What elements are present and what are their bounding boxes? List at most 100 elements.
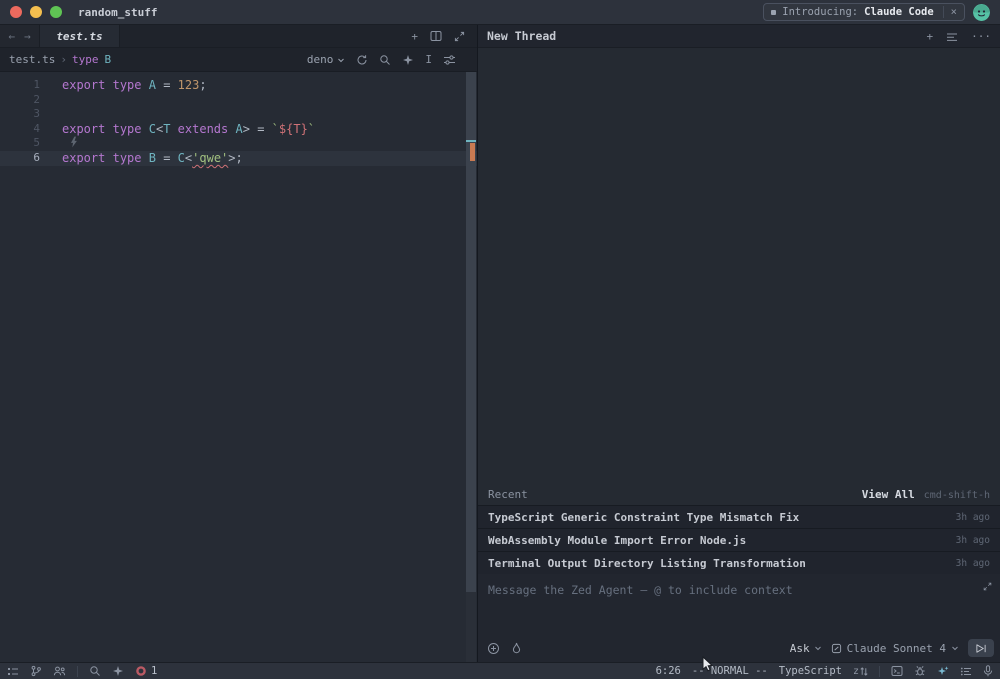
debug-panel-icon[interactable]	[914, 665, 926, 677]
line-number[interactable]: 1	[0, 78, 40, 93]
line-number[interactable]: 3	[0, 107, 40, 122]
diagnostics-indicator[interactable]: 1	[135, 665, 157, 677]
code-action-bolt-icon	[69, 136, 78, 150]
recent-label: Recent	[488, 488, 528, 501]
new-file-icon[interactable]: +	[411, 30, 418, 43]
maximize-pane-icon[interactable]	[454, 31, 465, 42]
send-button[interactable]	[968, 639, 994, 657]
outline-panel-icon[interactable]	[960, 666, 972, 677]
breadcrumb-symbol-keyword[interactable]: type	[72, 53, 99, 66]
editor-buffer[interactable]: 1export type A = 123; 2 3 4export type C…	[0, 72, 477, 662]
tasks-icon[interactable]	[112, 665, 124, 677]
back-icon[interactable]: ←	[8, 30, 15, 43]
sparkle-icon	[771, 10, 776, 15]
breadcrumb-symbol-name[interactable]: B	[104, 53, 111, 66]
git-branch-icon[interactable]	[30, 665, 42, 677]
chevron-down-icon	[337, 56, 345, 64]
error-icon	[135, 665, 147, 677]
close-window-button[interactable]	[10, 6, 22, 18]
banner-prefix: Introducing:	[782, 6, 858, 18]
recent-thread-item[interactable]: Terminal Output Directory Listing Transf…	[478, 551, 1000, 574]
code-line: 4export type C<T extends A> = `${T}`	[0, 122, 477, 137]
model-selector[interactable]: Claude Sonnet 4	[831, 642, 959, 655]
editor-pane: ← → test.ts + test.ts › type B	[0, 25, 478, 662]
code-line: 2	[0, 93, 477, 108]
toolchain-selector[interactable]: deno	[307, 53, 346, 66]
add-context-icon[interactable]	[487, 642, 500, 655]
tab-bar: ← → test.ts +	[0, 25, 477, 48]
model-icon	[831, 643, 842, 654]
more-options-icon[interactable]: ···	[971, 30, 991, 43]
cursor-position[interactable]: 6:26	[656, 665, 681, 677]
recent-thread-item[interactable]: WebAssembly Module Import Error Node.js …	[478, 528, 1000, 551]
banner-close-icon[interactable]: ×	[943, 6, 957, 18]
split-pane-icon[interactable]	[430, 30, 442, 42]
message-editor[interactable]: Message the Zed Agent — @ to include con…	[478, 574, 1000, 662]
code-line: 5	[0, 136, 477, 151]
code-line: 6export type B = C<'qwe'>;	[0, 151, 477, 166]
view-all-shortcut: cmd-shift-h	[924, 490, 990, 501]
message-placeholder: Message the Zed Agent — @ to include con…	[488, 583, 793, 597]
tab-test-ts[interactable]: test.ts	[40, 25, 120, 47]
scrollbar-error-marker	[470, 143, 475, 161]
thread-item-time: 3h ago	[956, 558, 990, 569]
agent-panel-header: New Thread + ···	[478, 25, 1000, 48]
editor-toolbar: test.ts › type B deno I	[0, 48, 477, 72]
thread-item-time: 3h ago	[956, 535, 990, 546]
claude-code-banner[interactable]: Introducing: Claude Code ×	[763, 3, 965, 21]
chevron-down-icon	[814, 644, 822, 652]
microphone-icon[interactable]	[983, 665, 993, 677]
recent-section-header: Recent View All cmd-shift-h	[478, 484, 1000, 505]
chevron-down-icon	[951, 644, 959, 652]
code-line: 3	[0, 107, 477, 122]
burn-mode-icon[interactable]	[511, 642, 522, 655]
breadcrumb-separator: ›	[60, 53, 67, 66]
inline-assist-icon[interactable]	[402, 54, 414, 66]
thread-title: New Thread	[487, 29, 556, 43]
nav-history: ← →	[0, 25, 40, 47]
thread-item-title: TypeScript Generic Constraint Type Misma…	[488, 511, 799, 524]
line-number[interactable]: 6	[0, 151, 40, 166]
banner-highlight: Claude Code	[864, 6, 934, 18]
edit-prediction-icon[interactable]: z	[853, 666, 868, 677]
line-number[interactable]: 2	[0, 93, 40, 108]
breadcrumb-file[interactable]: test.ts	[9, 53, 55, 66]
user-avatar[interactable]	[973, 4, 990, 21]
recent-thread-item[interactable]: TypeScript Generic Constraint Type Misma…	[478, 505, 1000, 528]
language-selector[interactable]: TypeScript	[779, 665, 842, 677]
expand-composer-icon[interactable]	[983, 582, 992, 591]
assistant-panel-icon[interactable]	[937, 665, 949, 677]
mouse-pointer	[702, 656, 714, 676]
scrollbar-cursor-marker	[466, 140, 476, 142]
empty-thread-area	[478, 48, 1000, 484]
error-count: 1	[151, 665, 157, 677]
search-icon[interactable]	[89, 665, 101, 677]
zoom-window-button[interactable]	[50, 6, 62, 18]
editor-controls-icon[interactable]	[443, 54, 456, 66]
line-number[interactable]: 4	[0, 122, 40, 137]
new-thread-icon[interactable]: +	[927, 30, 934, 43]
divider	[77, 666, 78, 677]
refresh-icon[interactable]	[356, 54, 368, 66]
line-number[interactable]: 5	[0, 136, 40, 151]
tabbar-empty-space	[120, 25, 399, 47]
thread-item-time: 3h ago	[956, 512, 990, 523]
thread-history-icon[interactable]	[946, 31, 958, 42]
divider	[879, 666, 880, 677]
forward-icon[interactable]: →	[24, 30, 31, 43]
text-cursor-icon[interactable]: I	[425, 53, 432, 66]
thread-item-title: WebAssembly Module Import Error Node.js	[488, 534, 746, 547]
search-icon[interactable]	[379, 54, 391, 66]
status-bar: 1 6:26 -- NORMAL -- TypeScript z	[0, 662, 1000, 679]
zed-window: random_stuff Introducing: Claude Code ×	[0, 0, 1000, 679]
collaboration-icon[interactable]	[53, 665, 66, 677]
project-name[interactable]: random_stuff	[78, 6, 157, 19]
project-panel-icon[interactable]	[7, 666, 19, 677]
minimize-window-button[interactable]	[30, 6, 42, 18]
mode-selector[interactable]: Ask	[790, 642, 822, 655]
view-all-link[interactable]: View All	[862, 488, 915, 501]
terminal-panel-icon[interactable]	[891, 665, 903, 677]
titlebar: random_stuff Introducing: Claude Code ×	[0, 0, 1000, 25]
thread-item-title: Terminal Output Directory Listing Transf…	[488, 557, 806, 570]
editor-scrollbar[interactable]	[466, 72, 476, 662]
